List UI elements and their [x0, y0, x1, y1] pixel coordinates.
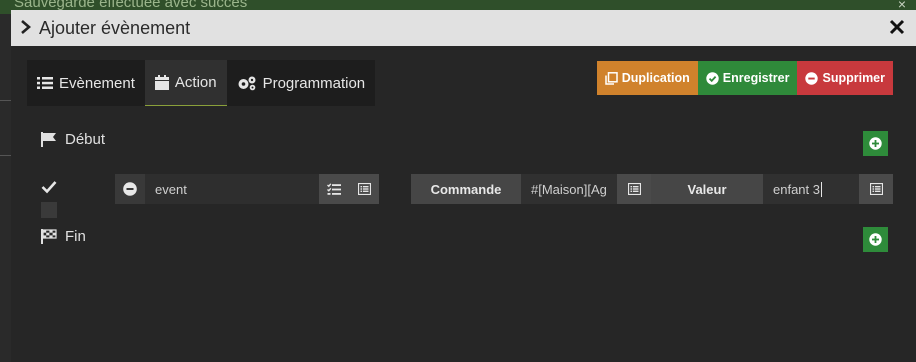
flag-icon	[41, 132, 56, 147]
delete-button[interactable]: Supprimer	[797, 61, 893, 95]
list-alt-icon	[627, 183, 641, 195]
add-end-action-button[interactable]	[863, 227, 888, 252]
tab-evenement[interactable]: Evènement	[27, 60, 145, 106]
tab-action-label: Action	[174, 74, 217, 91]
select-value-button[interactable]	[859, 174, 893, 204]
delete-button-label: Supprimer	[822, 71, 885, 85]
value-input[interactable]: enfant 3	[763, 174, 859, 204]
save-button[interactable]: Enregistrer	[697, 61, 798, 95]
remove-action-button[interactable]	[115, 174, 145, 204]
list-alt-icon	[869, 183, 883, 195]
duplicate-button[interactable]: Duplication	[596, 61, 698, 95]
section-start: Début	[41, 131, 105, 148]
text-cursor	[821, 181, 822, 197]
parallel-checkbox[interactable]	[41, 202, 57, 218]
add-start-action-button[interactable]	[863, 131, 888, 156]
list-icon	[37, 77, 53, 89]
list-alt-icon	[357, 183, 371, 195]
tab-action[interactable]: Action	[144, 60, 227, 106]
plus-circle-icon	[869, 233, 882, 246]
modal-title: Ajouter évènement	[39, 18, 191, 38]
value-input-text: enfant 3	[773, 181, 820, 197]
gears-icon	[238, 76, 256, 90]
chevron-right-icon	[21, 20, 31, 34]
section-start-label: Début	[65, 131, 106, 148]
tab-bar: Evènement Action Programmation	[27, 60, 376, 106]
close-icon[interactable]	[888, 18, 906, 36]
add-event-modal: Ajouter évènement Evènement Action Progr…	[11, 10, 916, 362]
enable-checkbox[interactable]	[41, 179, 57, 195]
section-end-label: Fin	[65, 228, 86, 245]
checkered-flag-icon	[41, 229, 57, 244]
copy-icon	[604, 71, 618, 85]
modal-header: Ajouter évènement	[11, 10, 916, 46]
section-end: Fin	[41, 228, 86, 245]
check-icon	[41, 181, 57, 194]
modal-action-buttons: Duplication Enregistrer Supprimer	[596, 61, 893, 95]
tasks-icon	[327, 182, 341, 195]
duplicate-button-label: Duplication	[621, 71, 690, 85]
command-option-value: #[Maison][Ag	[531, 181, 607, 197]
check-circle-icon	[706, 71, 719, 85]
command-option-input[interactable]: #[Maison][Ag	[521, 174, 617, 204]
tab-evenement-label: Evènement	[59, 74, 135, 92]
select-cmd-option-button[interactable]	[617, 174, 651, 204]
calendar-icon	[154, 75, 169, 90]
value-label: Valeur	[651, 174, 763, 204]
select-list-button[interactable]	[319, 174, 349, 204]
command-event-value: event	[155, 181, 187, 197]
plus-circle-icon	[869, 137, 882, 150]
minus-circle-icon	[805, 71, 819, 85]
command-label: Commande	[411, 174, 521, 204]
tab-programmation[interactable]: Programmation	[226, 60, 376, 106]
save-button-label: Enregistrer	[722, 71, 790, 85]
select-command-button[interactable]	[349, 174, 379, 204]
minus-circle-icon	[123, 182, 137, 196]
tab-programmation-label: Programmation	[262, 74, 366, 92]
command-event-input[interactable]: event	[145, 174, 319, 204]
